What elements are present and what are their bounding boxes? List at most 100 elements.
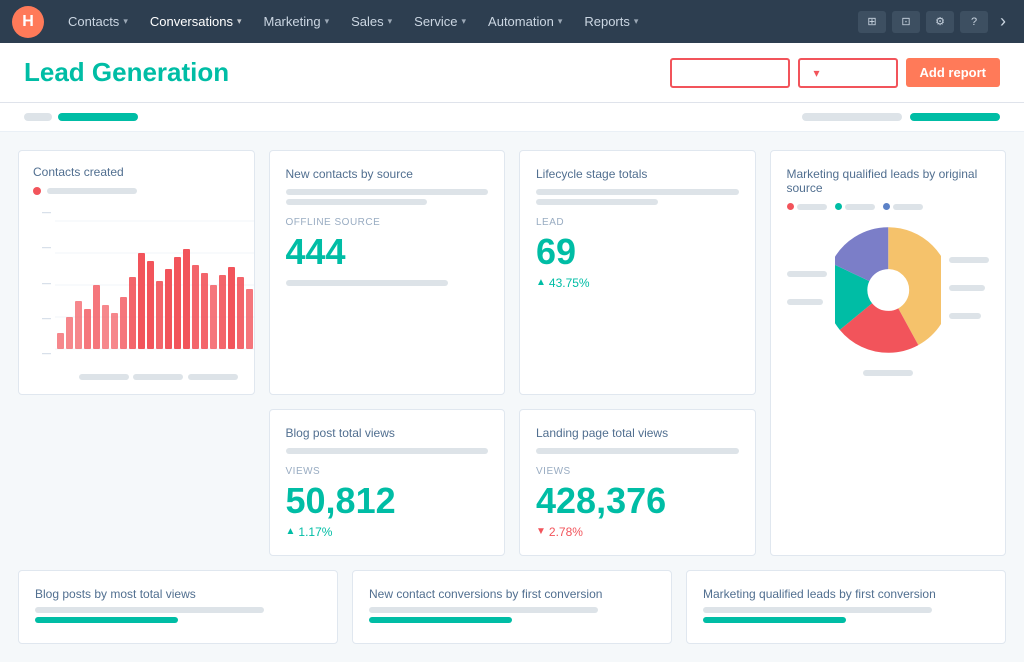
pie-bottom-label xyxy=(787,370,990,380)
dashboard-grid: Contacts created — — — — — xyxy=(18,150,1006,556)
lifecycle-bar-2 xyxy=(536,199,658,205)
top-navigation: H Contacts ▾ Conversations ▾ Marketing ▾… xyxy=(0,0,1024,43)
filter-left xyxy=(24,113,138,121)
mql-title: Marketing qualified leads by original so… xyxy=(787,167,990,195)
new-contacts-value: 444 xyxy=(286,232,489,272)
filter-pill-1 xyxy=(24,113,52,121)
mql-legend-item-1 xyxy=(787,203,827,210)
new-contacts-bottom-bar xyxy=(286,280,448,286)
bottom-card-1: Blog posts by most total views xyxy=(18,570,338,644)
bottom-card-1-bar xyxy=(35,607,264,613)
nav-contacts[interactable]: Contacts ▾ xyxy=(58,8,138,35)
blog-views-change: ▲ 1.17% xyxy=(286,525,489,539)
contacts-created-title: Contacts created xyxy=(33,165,240,179)
lifecycle-title: Lifecycle stage totals xyxy=(536,167,739,181)
filter-button-1[interactable] xyxy=(670,58,790,88)
landing-views-subtitle: VIEWS xyxy=(536,466,739,477)
filter-pill-2 xyxy=(58,113,138,121)
landing-views-card: Landing page total views VIEWS 428,376 ▼… xyxy=(519,409,756,556)
blog-views-card: Blog post total views VIEWS 50,812 ▲ 1.1… xyxy=(269,409,506,556)
x-label-3 xyxy=(188,374,238,380)
triangle-down-icon: ▼ xyxy=(536,526,546,537)
nav-service[interactable]: Service ▾ xyxy=(404,8,476,35)
mql-legend-item-2 xyxy=(835,203,875,210)
filter-pill-right-1 xyxy=(802,113,902,121)
triangle-up-icon: ▲ xyxy=(536,277,546,288)
legend-circle-red xyxy=(787,203,794,210)
nav-icon-4[interactable]: ? xyxy=(960,11,988,33)
nav-reports[interactable]: Reports ▾ xyxy=(574,8,648,35)
chevron-down-icon: ▾ xyxy=(237,16,242,27)
blog-views-bar xyxy=(286,448,489,454)
filter-button-2[interactable]: ▾ xyxy=(798,58,898,88)
chevron-down-icon: ▾ xyxy=(388,16,393,27)
bottom-card-3-bar xyxy=(703,607,932,613)
landing-views-value: 428,376 xyxy=(536,481,739,521)
page-title: Lead Generation xyxy=(24,57,229,88)
legend-bar xyxy=(47,188,137,194)
bottom-card-2-title: New contact conversions by first convers… xyxy=(369,587,655,601)
main-content: Contacts created — — — — — xyxy=(0,132,1024,662)
pie-chart-svg xyxy=(835,220,942,360)
blog-views-subtitle: VIEWS xyxy=(286,466,489,477)
header-actions: ▾ Add report xyxy=(670,58,1000,88)
nav-marketing[interactable]: Marketing ▾ xyxy=(253,8,339,35)
lifecycle-bar xyxy=(536,189,739,195)
chart-legend-row xyxy=(33,187,240,195)
dropdown-arrow-icon: ▾ xyxy=(814,66,820,80)
bottom-row: Blog posts by most total views New conta… xyxy=(18,570,1006,644)
legend-circle-blue xyxy=(883,203,890,210)
nav-sales[interactable]: Sales ▾ xyxy=(341,8,402,35)
bottom-card-1-title: Blog posts by most total views xyxy=(35,587,321,601)
filter-pill-right-2 xyxy=(910,113,1000,121)
nav-conversations[interactable]: Conversations ▾ xyxy=(140,8,252,35)
lifecycle-card: Lifecycle stage totals LEAD 69 ▲ 43.75% xyxy=(519,150,756,395)
chevron-down-icon: ▾ xyxy=(462,16,467,27)
bottom-card-3-title: Marketing qualified leads by first conve… xyxy=(703,587,989,601)
new-contacts-subtitle: OFFLINE SOURCE xyxy=(286,217,489,228)
lifecycle-subtitle: LEAD xyxy=(536,217,739,228)
hubspot-logo[interactable]: H xyxy=(12,6,44,38)
pie-labels-right xyxy=(949,257,989,323)
new-contacts-card: New contacts by source OFFLINE SOURCE 44… xyxy=(269,150,506,395)
bar-chart-area: — — — — — xyxy=(33,205,240,380)
chevron-down-icon: ▾ xyxy=(558,16,563,27)
mql-legend-item-3 xyxy=(883,203,923,210)
add-report-button[interactable]: Add report xyxy=(906,58,1000,87)
lifecycle-value: 69 xyxy=(536,232,739,272)
legend-circle-teal xyxy=(835,203,842,210)
bottom-card-2-bar xyxy=(369,607,598,613)
bar-chart-svg xyxy=(55,205,255,365)
landing-views-bar xyxy=(536,448,739,454)
blog-views-title: Blog post total views xyxy=(286,426,489,440)
page-header: Lead Generation ▾ Add report xyxy=(0,43,1024,103)
legend-dot xyxy=(33,187,41,195)
x-label-2 xyxy=(133,374,183,380)
nav-more-button[interactable]: › xyxy=(994,11,1012,32)
bottom-card-3: Marketing qualified leads by first conve… xyxy=(686,570,1006,644)
y-axis-labels: — — — — — xyxy=(33,205,51,360)
nav-right-icons: ⊞ ⊡ ⚙ ? › xyxy=(858,11,1012,33)
landing-views-title: Landing page total views xyxy=(536,426,739,440)
new-contacts-bar xyxy=(286,189,489,195)
nav-icon-1[interactable]: ⊞ xyxy=(858,11,886,33)
filter-bar xyxy=(0,103,1024,132)
mql-card: Marketing qualified leads by original so… xyxy=(770,150,1007,556)
pie-labels-left xyxy=(787,271,827,309)
nav-menu: Contacts ▾ Conversations ▾ Marketing ▾ S… xyxy=(58,8,858,35)
chevron-down-icon: ▾ xyxy=(634,16,639,27)
nav-icon-2[interactable]: ⊡ xyxy=(892,11,920,33)
chevron-down-icon: ▾ xyxy=(325,16,330,27)
new-contacts-title: New contacts by source xyxy=(286,167,489,181)
new-contacts-bar-2 xyxy=(286,199,428,205)
blog-views-value: 50,812 xyxy=(286,481,489,521)
bottom-card-2: New contact conversions by first convers… xyxy=(352,570,672,644)
chevron-down-icon: ▾ xyxy=(123,16,128,27)
x-axis-labels xyxy=(55,370,240,380)
lifecycle-change: ▲ 43.75% xyxy=(536,276,739,290)
nav-icon-3[interactable]: ⚙ xyxy=(926,11,954,33)
nav-automation[interactable]: Automation ▾ xyxy=(478,8,572,35)
x-label-1 xyxy=(79,374,129,380)
triangle-up-icon-blog: ▲ xyxy=(286,526,296,537)
contacts-created-card: Contacts created — — — — — xyxy=(18,150,255,395)
